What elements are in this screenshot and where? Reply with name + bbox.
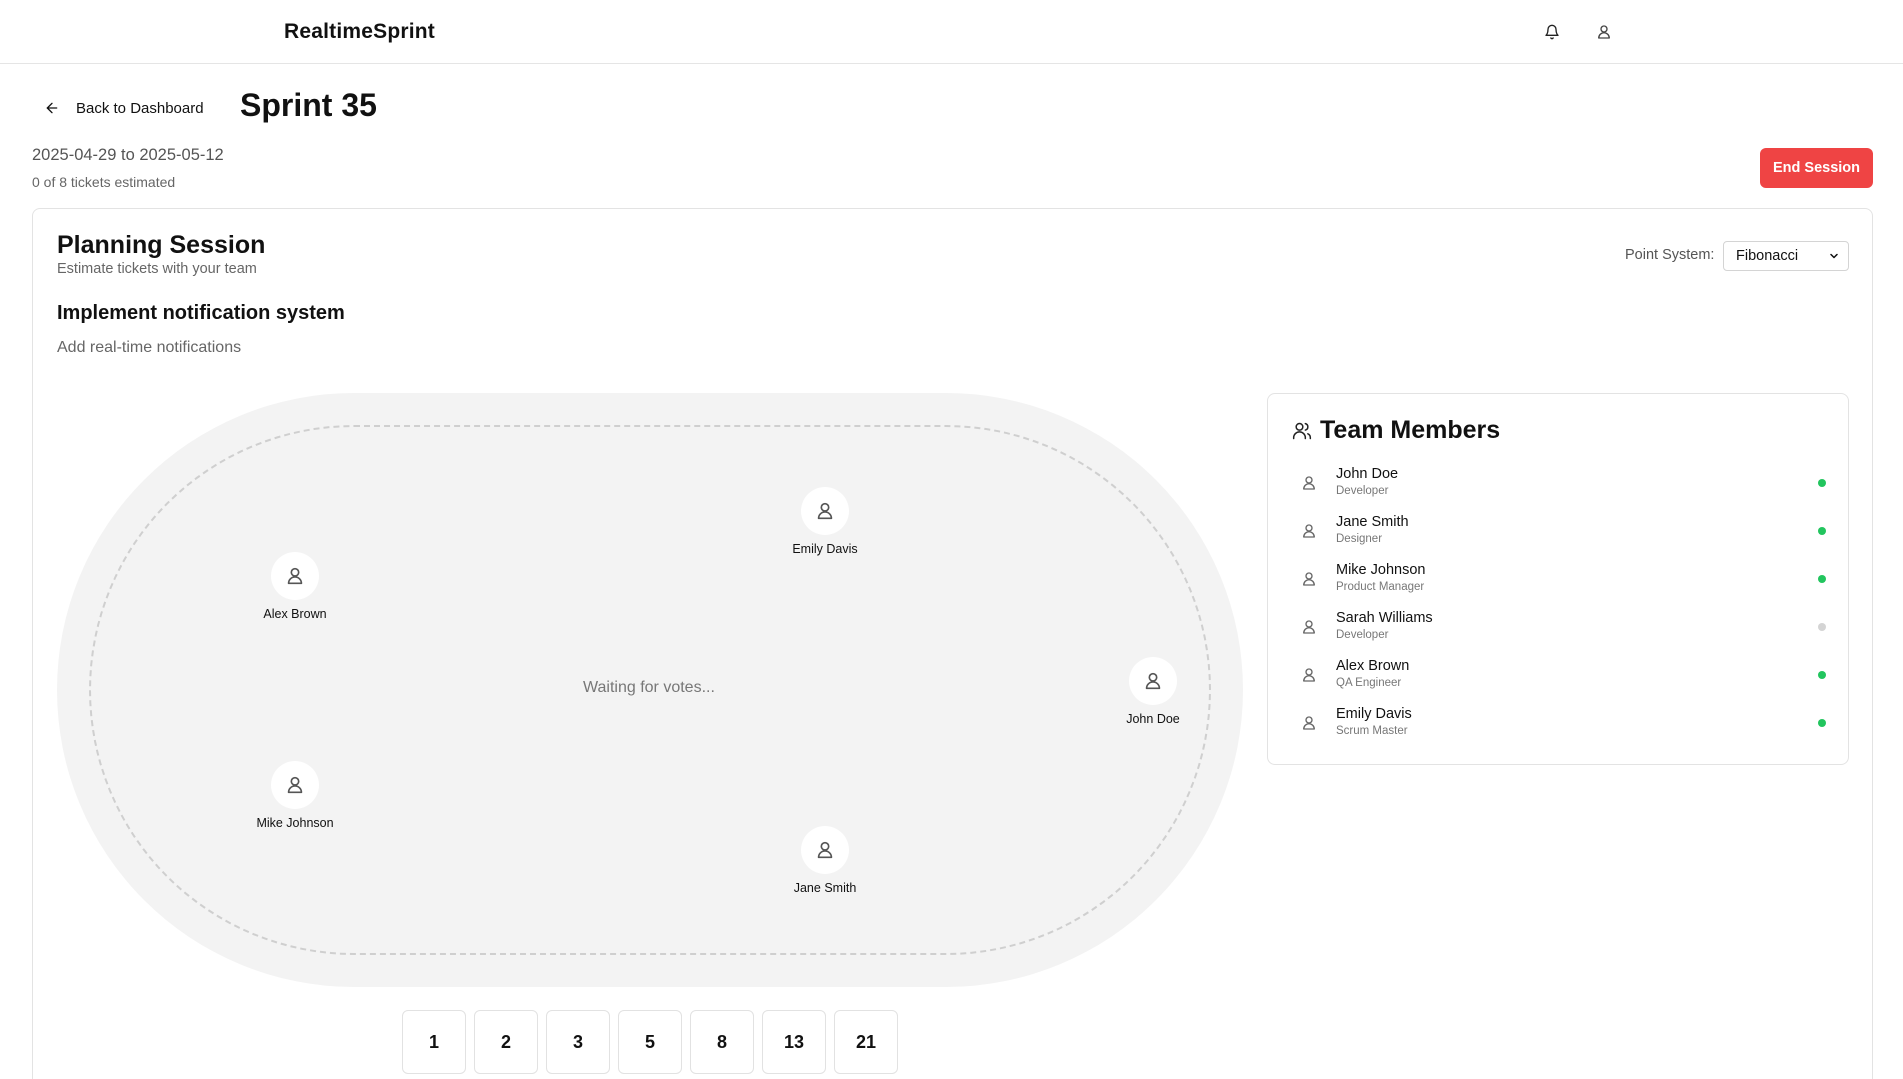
estimate-card-3[interactable]: 3 (546, 1010, 610, 1074)
estimate-card-2[interactable]: 2 (474, 1010, 538, 1074)
member-row: Mike Johnson Product Manager (1292, 560, 1826, 600)
offline-status-dot (1818, 623, 1826, 631)
online-status-dot (1818, 479, 1826, 487)
sprint-title: Sprint 35 (240, 87, 377, 123)
member-row: Alex Brown QA Engineer (1292, 656, 1826, 696)
sprint-dates: 2025-04-29 to 2025-05-12 (32, 146, 224, 164)
member-role: Designer (1336, 533, 1383, 545)
session-title: Planning Session (57, 231, 266, 259)
user-icon (287, 776, 303, 794)
seat-avatar (801, 487, 849, 535)
seat-jane-smith: Jane Smith (755, 826, 895, 895)
member-role: Developer (1336, 629, 1389, 641)
notifications-button[interactable] (1538, 18, 1566, 46)
user-icon (817, 502, 833, 520)
user-icon (1303, 476, 1315, 490)
user-icon (1303, 668, 1315, 682)
ticket-description: Add real-time notifications (57, 339, 242, 356)
seat-emily-davis: Emily Davis (755, 487, 895, 556)
estimate-card-row: 1 2 3 5 8 13 21 (402, 1010, 898, 1074)
user-icon (1303, 524, 1315, 538)
back-label: Back to Dashboard (76, 99, 204, 117)
estimate-card-1[interactable]: 1 (402, 1010, 466, 1074)
estimation-progress: 0 of 8 tickets estimated (32, 174, 176, 190)
member-name: John Doe (1336, 466, 1399, 482)
user-icon (1145, 672, 1161, 690)
online-status-dot (1818, 719, 1826, 727)
ticket-title: Implement notification system (57, 302, 345, 324)
seat-avatar (271, 761, 319, 809)
online-status-dot (1818, 575, 1826, 583)
member-row: John Doe Developer (1292, 464, 1826, 504)
member-role: Product Manager (1336, 581, 1425, 593)
app-brand[interactable]: RealtimeSprint (284, 20, 435, 44)
user-icon (1598, 25, 1610, 39)
member-role: QA Engineer (1336, 677, 1402, 689)
seat-avatar (801, 826, 849, 874)
user-icon (817, 841, 833, 859)
team-members-title: Team Members (1320, 416, 1501, 444)
member-row: Emily Davis Scrum Master (1292, 704, 1826, 744)
top-navbar: RealtimeSprint (0, 0, 1903, 64)
member-name: Emily Davis (1336, 706, 1412, 722)
back-to-dashboard-link[interactable]: Back to Dashboard (44, 95, 204, 121)
member-role: Developer (1336, 485, 1389, 497)
seat-name: Emily Davis (792, 542, 858, 556)
estimate-card-5[interactable]: 5 (618, 1010, 682, 1074)
user-icon (1303, 620, 1315, 634)
end-session-button[interactable]: End Session (1760, 148, 1873, 188)
user-icon (1303, 716, 1315, 730)
poker-table: Waiting for votes... Emily Davis Alex Br… (57, 393, 1243, 987)
member-role: Scrum Master (1336, 725, 1408, 737)
planning-session-card: Planning Session Estimate tickets with y… (32, 208, 1873, 1079)
member-name: Alex Brown (1336, 658, 1410, 674)
seat-name: John Doe (1126, 712, 1180, 726)
seat-avatar (1129, 657, 1177, 705)
seat-name: Alex Brown (263, 607, 327, 621)
point-system-select[interactable]: Fibonacci (1723, 241, 1849, 271)
member-name: Jane Smith (1336, 514, 1409, 530)
user-icon (1303, 572, 1315, 586)
seat-alex-brown: Alex Brown (225, 552, 365, 621)
online-status-dot (1818, 671, 1826, 679)
online-status-dot (1818, 527, 1826, 535)
member-row: Sarah Williams Developer (1292, 608, 1826, 648)
team-members-panel: Team Members John Doe Developer Jane Smi… (1267, 393, 1849, 765)
voting-status-text: Waiting for votes... (583, 679, 715, 696)
seat-name: Jane Smith (793, 881, 857, 895)
member-row: Jane Smith Designer (1292, 512, 1826, 552)
estimate-card-8[interactable]: 8 (690, 1010, 754, 1074)
point-system-label: Point System: (1625, 247, 1715, 263)
seat-avatar (271, 552, 319, 600)
bell-icon (1545, 24, 1559, 40)
team-members-header: Team Members (1292, 416, 1500, 445)
seat-name: Mike Johnson (256, 816, 334, 830)
arrow-left-icon (46, 102, 58, 114)
session-subtitle: Estimate tickets with your team (57, 261, 257, 277)
users-icon (1292, 422, 1312, 439)
member-name: Mike Johnson (1336, 562, 1426, 578)
estimate-card-13[interactable]: 13 (762, 1010, 826, 1074)
chevron-down-icon (1830, 253, 1838, 259)
estimate-card-21[interactable]: 21 (834, 1010, 898, 1074)
seat-mike-johnson: Mike Johnson (225, 761, 365, 830)
profile-button[interactable] (1590, 18, 1618, 46)
seat-john-doe: John Doe (1083, 657, 1223, 726)
point-system-value: Fibonacci (1736, 248, 1799, 264)
user-icon (287, 567, 303, 585)
member-name: Sarah Williams (1336, 610, 1433, 626)
